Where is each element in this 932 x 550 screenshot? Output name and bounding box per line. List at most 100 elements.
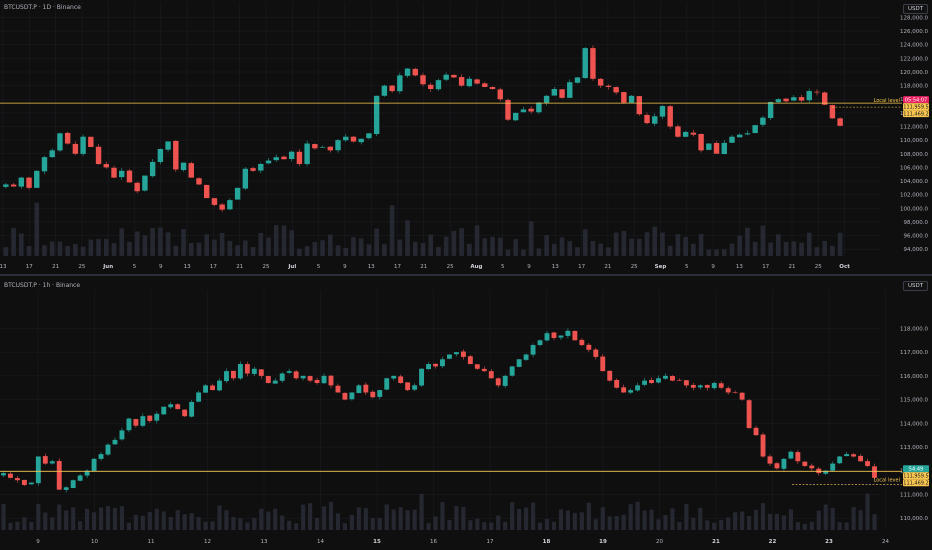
top-candle-body [250, 168, 256, 171]
top-volume-bar [142, 235, 148, 256]
bottom-price-tick: 111,000.0 [900, 492, 928, 498]
bottom-candle-body [802, 461, 808, 466]
bottom-volume-bar [865, 493, 870, 530]
top-price-tick: 112,000.0 [900, 125, 928, 131]
bottom-volume-bar [823, 504, 828, 530]
bottom-volume-bar [482, 522, 487, 530]
top-candle-body [296, 151, 303, 164]
bottom-time-tick: 23 [825, 539, 833, 545]
top-candle-body [706, 143, 712, 150]
top-volume-bar [119, 228, 125, 256]
bottom-currency-button[interactable]: USDT [903, 281, 929, 291]
top-price-tick: 122,000.0 [900, 56, 928, 62]
bottom-candle-body [872, 466, 877, 478]
top-volume-bar [289, 230, 294, 256]
top-volume-bar [127, 241, 132, 256]
top-volume-bar [273, 225, 279, 256]
bottom-candle-body [607, 370, 613, 381]
bottom-volume-bar [530, 502, 536, 530]
bottom-time-tick: 11 [148, 539, 155, 545]
bottom-candle-body [293, 371, 299, 379]
bottom-candle-body [460, 351, 466, 357]
top-currency-button[interactable]: USDT [903, 4, 929, 14]
bottom-volume-bar [781, 515, 787, 530]
bottom-time-tick: 22 [769, 539, 777, 545]
bottom-candle-body [683, 380, 689, 386]
bottom-time-tick: 16 [430, 539, 437, 545]
bottom-candle-body [516, 359, 522, 367]
top-volume-bar [799, 242, 804, 256]
top-volume-bar [134, 231, 140, 256]
bottom-volume-bar [1, 504, 6, 530]
bottom-time-tick: 15 [373, 539, 381, 545]
top-candle-body [737, 134, 743, 138]
top-volume-bar [451, 230, 457, 256]
top-volume-bar [459, 228, 464, 256]
bottom-volume-bar [377, 518, 382, 530]
bottom-price-tick: 113,000.0 [900, 445, 928, 451]
top-candle-body [242, 168, 249, 189]
bottom-time-tick: 9 [36, 539, 40, 545]
bottom-volume-bar [670, 508, 675, 530]
bottom-candle-body [704, 385, 710, 388]
bottom-candle-body [711, 382, 717, 389]
top-price-badge-text: 05:54:07 [905, 97, 927, 103]
top-volume-bar [552, 243, 557, 256]
bottom-volume-bar [36, 504, 41, 530]
bottom-volume-bar [663, 514, 668, 530]
bottom-time-tick: 18 [543, 539, 551, 545]
top-volume-bar [544, 234, 549, 256]
top-volume-bar [173, 245, 179, 256]
top-candle-body [142, 175, 148, 191]
top-candle-body [273, 157, 279, 161]
top-candle-body [211, 198, 218, 205]
top-candle-body [18, 177, 25, 187]
top-candle-body [567, 82, 573, 98]
bottom-candle-body [105, 444, 111, 455]
pane-divider[interactable] [0, 274, 932, 276]
top-volume-bar [258, 232, 264, 256]
top-candle-body [559, 89, 565, 98]
top-candle-body [49, 150, 55, 158]
top-volume-bar [3, 247, 9, 256]
bottom-volume-bar [677, 521, 682, 530]
top-candle-body [652, 116, 658, 124]
top-time-tick: Aug [470, 264, 482, 270]
bottom-candle-body [175, 404, 181, 410]
top-candle-body [10, 184, 17, 187]
top-candle-body [767, 101, 774, 119]
top-volume-bar [691, 243, 696, 256]
bottom-candle-body [767, 456, 773, 464]
top-volume-bar [776, 234, 781, 256]
bottom-volume-bar [698, 507, 703, 530]
top-volume-bar [559, 237, 565, 256]
bottom-volume-bar [816, 510, 821, 530]
bottom-volume-bar [50, 517, 55, 530]
bottom-candle-body [63, 487, 69, 490]
top-candle-body [837, 118, 843, 126]
top-candle-body [103, 164, 109, 168]
bottom-volume-bar [259, 508, 264, 530]
bottom-candle-body [42, 456, 48, 464]
bottom-volume-bar [29, 522, 34, 530]
bottom-candle-body [237, 364, 243, 379]
bottom-candle-body [398, 376, 404, 383]
top-volume-bar [837, 232, 843, 256]
top-volume-bar [683, 236, 688, 256]
bottom-volume-bar [572, 512, 577, 530]
bottom-volume-bar [579, 512, 584, 530]
bottom-candle-body [809, 465, 815, 469]
top-volume-bar [567, 241, 573, 256]
bottom-candle-body [781, 458, 787, 469]
top-candle-body [659, 106, 666, 117]
bottom-candle-body [405, 382, 411, 391]
top-volume-bar [675, 234, 681, 256]
bottom-volume-bar [621, 514, 626, 530]
top-volume-bar [266, 237, 271, 256]
bottom-candle-body [816, 468, 822, 474]
top-volume-bar [235, 245, 240, 256]
bottom-candle-body [154, 413, 160, 421]
top-volume-bar [745, 227, 750, 256]
top-volume-bar [428, 234, 434, 256]
bottom-candle-body [300, 375, 306, 379]
